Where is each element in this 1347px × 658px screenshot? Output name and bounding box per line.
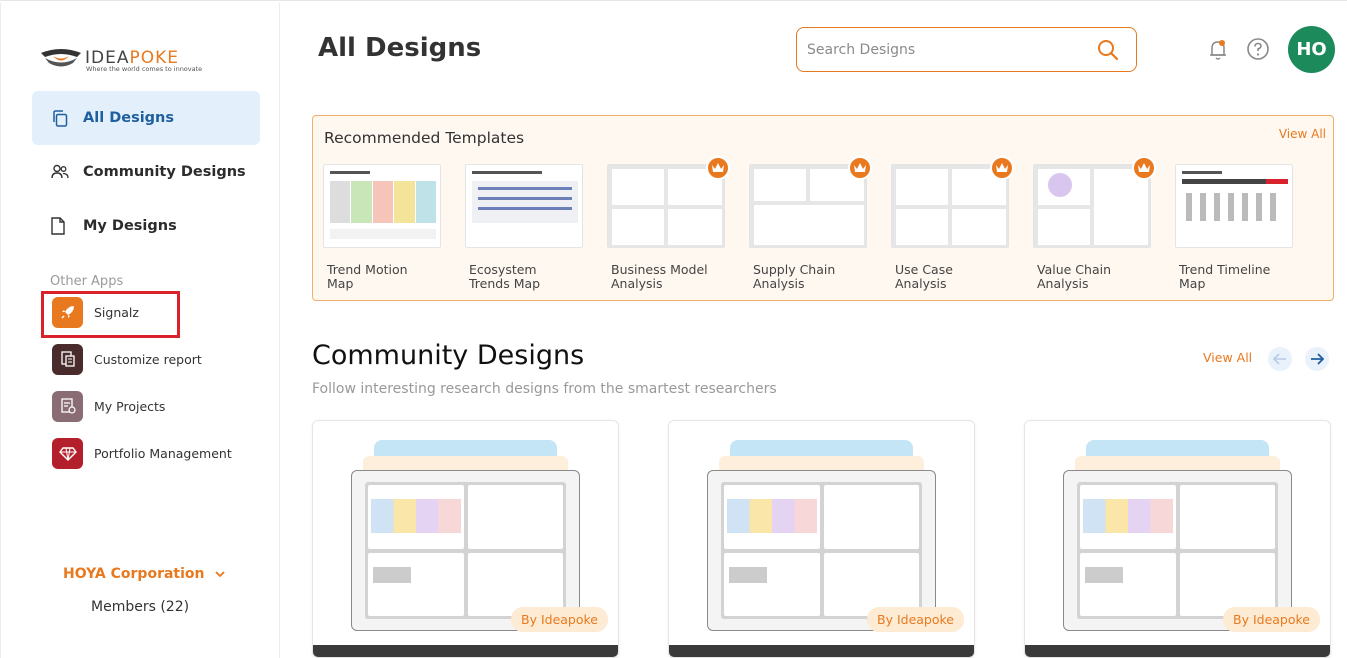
template-thumbnail bbox=[749, 164, 867, 248]
logo-mark-icon bbox=[41, 49, 81, 67]
arrow-left-icon bbox=[1273, 353, 1286, 365]
app-label: Customize report bbox=[94, 351, 202, 367]
template-label: Use Case Analysis bbox=[895, 262, 953, 291]
author-badge: By Ideapoke bbox=[511, 607, 608, 632]
rocket-icon bbox=[52, 296, 83, 328]
prev-button[interactable] bbox=[1268, 347, 1292, 371]
organization-selector[interactable]: HOYA Corporation bbox=[63, 566, 225, 582]
page-title: All Designs bbox=[318, 33, 482, 63]
community-design-card[interactable]: By Ideapoke bbox=[668, 420, 975, 658]
preview-panel bbox=[724, 552, 820, 616]
author-badge: By Ideapoke bbox=[867, 607, 964, 632]
bell-icon[interactable] bbox=[1207, 38, 1229, 62]
users-icon bbox=[51, 163, 69, 181]
chevron-down-icon bbox=[214, 571, 225, 578]
view-all-templates-link[interactable]: View All bbox=[1279, 127, 1326, 141]
nav-my-designs[interactable]: My Designs bbox=[32, 199, 260, 253]
nav-label: Community Designs bbox=[83, 164, 246, 180]
premium-crown-icon bbox=[848, 156, 872, 180]
template-label: Business Model Analysis bbox=[611, 262, 708, 291]
template-thumbnail bbox=[1033, 164, 1151, 248]
template-card[interactable]: Trend Timeline Map bbox=[1175, 164, 1294, 291]
app-label: My Projects bbox=[94, 398, 166, 414]
app-customize-report[interactable]: Customize report bbox=[52, 343, 202, 375]
template-card[interactable]: Business Model Analysis bbox=[607, 156, 730, 291]
copy-icon bbox=[51, 109, 69, 127]
report-icon bbox=[52, 343, 83, 375]
recommended-title: Recommended Templates bbox=[324, 129, 525, 147]
card-footer bbox=[669, 645, 974, 657]
next-button[interactable] bbox=[1305, 347, 1329, 371]
members-link[interactable]: Members (22) bbox=[91, 599, 189, 615]
template-card[interactable]: Use Case Analysis bbox=[891, 156, 1014, 291]
template-label: Ecosystem Trends Map bbox=[469, 262, 541, 291]
community-design-card[interactable]: By Ideapoke bbox=[1024, 420, 1331, 658]
preview-panel bbox=[1179, 485, 1275, 549]
app-label: Portfolio Management bbox=[94, 445, 232, 461]
card-footer bbox=[313, 645, 618, 657]
community-title: Community Designs bbox=[312, 340, 585, 371]
search-box[interactable] bbox=[796, 27, 1137, 72]
community-design-card[interactable]: By Ideapoke bbox=[312, 420, 619, 658]
app-label: Signalz bbox=[94, 304, 139, 320]
app-signalz[interactable]: Signalz bbox=[52, 296, 139, 328]
card-footer bbox=[1025, 645, 1330, 657]
search-icon[interactable] bbox=[1096, 38, 1120, 62]
help-icon[interactable] bbox=[1246, 37, 1270, 61]
organization-name: HOYA Corporation bbox=[63, 566, 205, 582]
template-card[interactable]: Supply Chain Analysis bbox=[749, 156, 872, 291]
template-label: Trend Motion Map bbox=[327, 262, 408, 291]
other-apps-heading: Other Apps bbox=[50, 274, 124, 289]
projects-icon bbox=[52, 390, 83, 422]
community-subtitle: Follow interesting research designs from… bbox=[312, 381, 777, 397]
template-card[interactable]: Ecosystem Trends Map bbox=[465, 164, 584, 291]
preview-panel bbox=[467, 485, 563, 549]
template-thumbnail bbox=[607, 164, 725, 248]
template-label: Trend Timeline Map bbox=[1179, 262, 1271, 291]
template-thumbnail bbox=[1175, 164, 1293, 248]
nav-label: My Designs bbox=[83, 218, 177, 234]
search-input[interactable] bbox=[807, 41, 1096, 58]
sidebar: IDEAPOKE Where the world comes to innova… bbox=[0, 3, 280, 658]
recommended-templates: Recommended Templates View All Trend Mot… bbox=[312, 115, 1334, 301]
template-thumbnail bbox=[465, 164, 583, 248]
preview-panel bbox=[1080, 485, 1176, 549]
diamond-icon bbox=[52, 437, 83, 469]
file-icon bbox=[49, 217, 67, 235]
template-thumbnail bbox=[891, 164, 1009, 248]
template-label: Value Chain Analysis bbox=[1037, 262, 1112, 291]
app-portfolio-management[interactable]: Portfolio Management bbox=[52, 437, 232, 469]
nav-community-designs[interactable]: Community Designs bbox=[32, 145, 260, 199]
preview-panel bbox=[1080, 552, 1176, 616]
premium-crown-icon bbox=[706, 156, 730, 180]
nav-label: All Designs bbox=[83, 110, 175, 126]
premium-crown-icon bbox=[1132, 156, 1156, 180]
author-badge: By Ideapoke bbox=[1223, 607, 1320, 632]
preview-panel bbox=[724, 485, 820, 549]
logo-tagline: Where the world comes to innovate bbox=[86, 65, 203, 73]
user-avatar[interactable]: HO bbox=[1288, 26, 1335, 73]
nav-all-designs[interactable]: All Designs bbox=[32, 91, 260, 145]
preview-panel bbox=[368, 552, 464, 616]
view-all-community-link[interactable]: View All bbox=[1203, 350, 1252, 365]
template-label: Supply Chain Analysis bbox=[753, 262, 836, 291]
ideapoke-logo[interactable]: IDEAPOKE Where the world comes to innova… bbox=[39, 41, 214, 81]
preview-panel bbox=[823, 485, 919, 549]
template-thumbnail bbox=[323, 164, 441, 248]
premium-crown-icon bbox=[990, 156, 1014, 180]
app-my-projects[interactable]: My Projects bbox=[52, 390, 165, 422]
arrow-right-icon bbox=[1311, 353, 1324, 365]
preview-panel bbox=[368, 485, 464, 549]
template-card[interactable]: Trend Motion Map bbox=[323, 164, 442, 291]
template-card[interactable]: Value Chain Analysis bbox=[1033, 156, 1156, 291]
